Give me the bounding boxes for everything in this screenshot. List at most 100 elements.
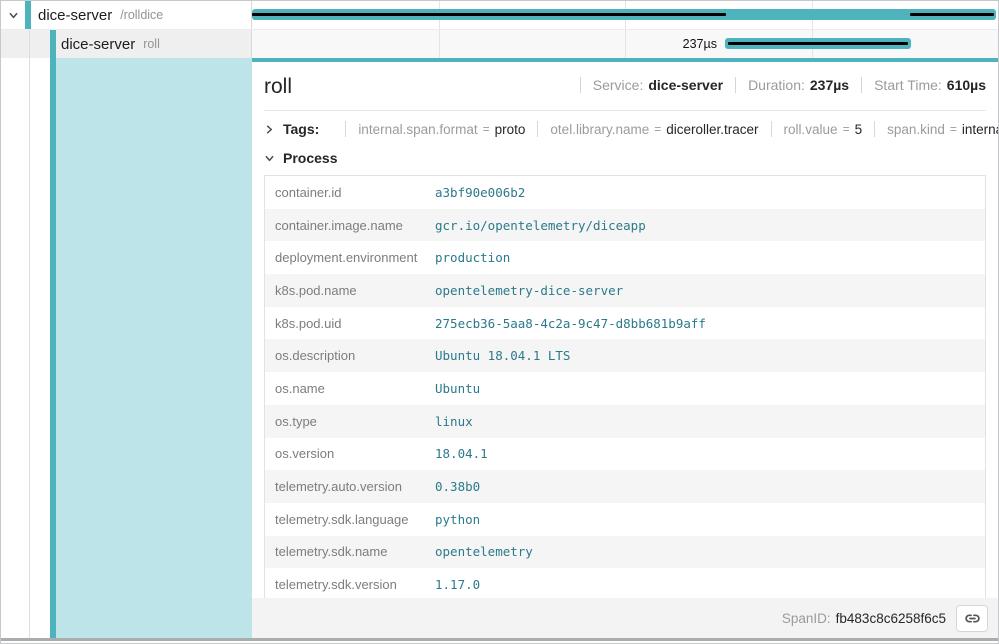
kv-value: 0.38b0	[435, 479, 480, 494]
timeline-cell-roll[interactable]: 237µs	[252, 30, 998, 58]
kv-value: a3bf90e006b2	[435, 185, 525, 200]
process-section-label[interactable]: Process	[283, 150, 337, 166]
tag-value: 5	[855, 122, 863, 137]
meta-label: Service:	[593, 77, 644, 93]
span-self-time-stripe	[728, 42, 909, 45]
kv-key: k8s.pod.uid	[265, 316, 435, 331]
span-meta-item: Start Time: 610µs	[849, 77, 986, 93]
tag-value: internal	[962, 122, 998, 137]
link-icon	[964, 610, 981, 627]
kv-value: Ubuntu	[435, 381, 480, 396]
table-row: telemetry.sdk.language python	[265, 503, 985, 536]
span-row-rolldice[interactable]: dice-server /rolldice	[1, 1, 998, 30]
tag-item: span.kind = internal	[862, 121, 998, 137]
meta-value: 610µs	[947, 77, 986, 93]
tag-equals: =	[843, 122, 850, 136]
span-operation-title: roll	[264, 75, 292, 99]
table-row: os.version 18.04.1	[265, 438, 985, 471]
tag-equals: =	[950, 122, 957, 136]
kv-key: telemetry.sdk.language	[265, 512, 435, 527]
kv-value: opentelemetry	[435, 544, 533, 559]
span-detail-area: roll Service: dice-server	[1, 58, 998, 638]
tag-key: otel.library.name	[550, 122, 649, 137]
meta-separator	[861, 77, 862, 93]
table-row: k8s.pod.uid 275ecb36-5aa8-4c2a-9c47-d8bb…	[265, 307, 985, 340]
span-self-time-stripe	[252, 13, 726, 16]
chevron-right-icon[interactable]	[264, 124, 275, 135]
table-row: k8s.pod.name opentelemetry-dice-server	[265, 274, 985, 307]
window-bottom-pad	[1, 641, 998, 643]
tag-item: internal.span.format = proto	[333, 121, 525, 137]
kv-key: telemetry.auto.version	[265, 479, 435, 494]
table-row: os.name Ubuntu	[265, 372, 985, 405]
operation-name: roll	[143, 37, 160, 51]
tag-key: roll.value	[784, 122, 838, 137]
span-color-bar	[25, 1, 31, 29]
tag-item: roll.value = 5	[759, 121, 863, 137]
kv-key: os.description	[265, 348, 435, 363]
span-name-cell-rolldice[interactable]: dice-server /rolldice	[1, 1, 252, 29]
table-row: telemetry.sdk.version 1.17.0	[265, 568, 985, 598]
kv-key: telemetry.sdk.version	[265, 577, 435, 592]
tree-indent-guide	[29, 58, 30, 638]
kv-key: os.type	[265, 414, 435, 429]
span-self-time-stripe	[910, 13, 994, 16]
chevron-down-icon[interactable]	[8, 10, 19, 21]
tag-item: otel.library.name = diceroller.tracer	[525, 121, 758, 137]
tag-key: span.kind	[887, 122, 945, 137]
table-row: telemetry.sdk.name opentelemetry	[265, 536, 985, 569]
tag-key: internal.span.format	[358, 122, 477, 137]
meta-separator	[580, 77, 581, 93]
selected-span-rail	[1, 58, 252, 638]
span-detail-panel: roll Service: dice-server	[252, 58, 998, 638]
process-kv-table: container.id a3bf90e006b2 container.imag…	[264, 175, 986, 598]
span-duration-label: 237µs	[252, 37, 717, 51]
tags-summary-list: internal.span.format = proto otel.librar…	[333, 121, 998, 137]
tree-indent-guide	[29, 30, 30, 58]
process-section-header[interactable]: Process	[264, 143, 986, 174]
tags-section-header[interactable]: Tags: internal.span.format = proto otel.…	[264, 111, 986, 143]
meta-value: dice-server	[648, 77, 723, 93]
tag-value: diceroller.tracer	[666, 122, 758, 137]
table-row: telemetry.auto.version 0.38b0	[265, 470, 985, 503]
tags-section-label[interactable]: Tags:	[283, 121, 319, 137]
service-name: dice-server	[61, 36, 135, 53]
kv-value: linux	[435, 414, 473, 429]
span-name-cell-roll[interactable]: dice-server roll	[1, 30, 252, 58]
service-name: dice-server	[38, 7, 112, 24]
span-detail-card: roll Service: dice-server	[252, 58, 998, 598]
kv-value: Ubuntu 18.04.1 LTS	[435, 348, 570, 363]
kv-value: 275ecb36-5aa8-4c2a-9c47-d8bb681b9aff	[435, 316, 706, 331]
kv-key: os.version	[265, 446, 435, 461]
table-row: os.description Ubuntu 18.04.1 LTS	[265, 339, 985, 372]
kv-value: python	[435, 512, 480, 527]
kv-value: 1.17.0	[435, 577, 480, 592]
selected-span-highlight	[56, 58, 252, 638]
kv-key: container.image.name	[265, 218, 435, 233]
timeline-cell-rolldice[interactable]	[252, 1, 998, 29]
meta-label: Start Time:	[874, 77, 942, 93]
meta-label: Duration:	[748, 77, 805, 93]
trace-detail-page: dice-server /rolldice dice-server roll 2…	[0, 0, 999, 644]
chevron-down-icon[interactable]	[264, 153, 275, 164]
span-meta-item: Duration: 237µs	[723, 77, 849, 93]
table-row: container.id a3bf90e006b2	[265, 176, 985, 209]
meta-separator	[735, 77, 736, 93]
table-row: deployment.environment production	[265, 241, 985, 274]
table-row: os.type linux	[265, 405, 985, 438]
kv-value: gcr.io/opentelemetry/diceapp	[435, 218, 646, 233]
table-row: container.image.name gcr.io/opentelemetr…	[265, 209, 985, 242]
copy-span-link-button[interactable]	[956, 605, 988, 632]
span-detail-footer: SpanID: fb483c8c6258f6c5	[252, 598, 998, 638]
kv-value: production	[435, 250, 510, 265]
span-color-bar	[50, 30, 56, 58]
tag-value: proto	[495, 122, 526, 137]
span-meta: Service: dice-server Duration: 237µs	[568, 77, 986, 93]
spanid-label: SpanID:	[782, 611, 831, 626]
spanid-value: fb483c8c6258f6c5	[836, 611, 946, 626]
span-row-roll[interactable]: dice-server roll 237µs	[1, 30, 998, 58]
span-detail-header: roll Service: dice-server	[264, 62, 986, 99]
kv-value: 18.04.1	[435, 446, 488, 461]
span-meta-item: Service: dice-server	[568, 77, 723, 93]
tag-equals: =	[654, 122, 661, 136]
